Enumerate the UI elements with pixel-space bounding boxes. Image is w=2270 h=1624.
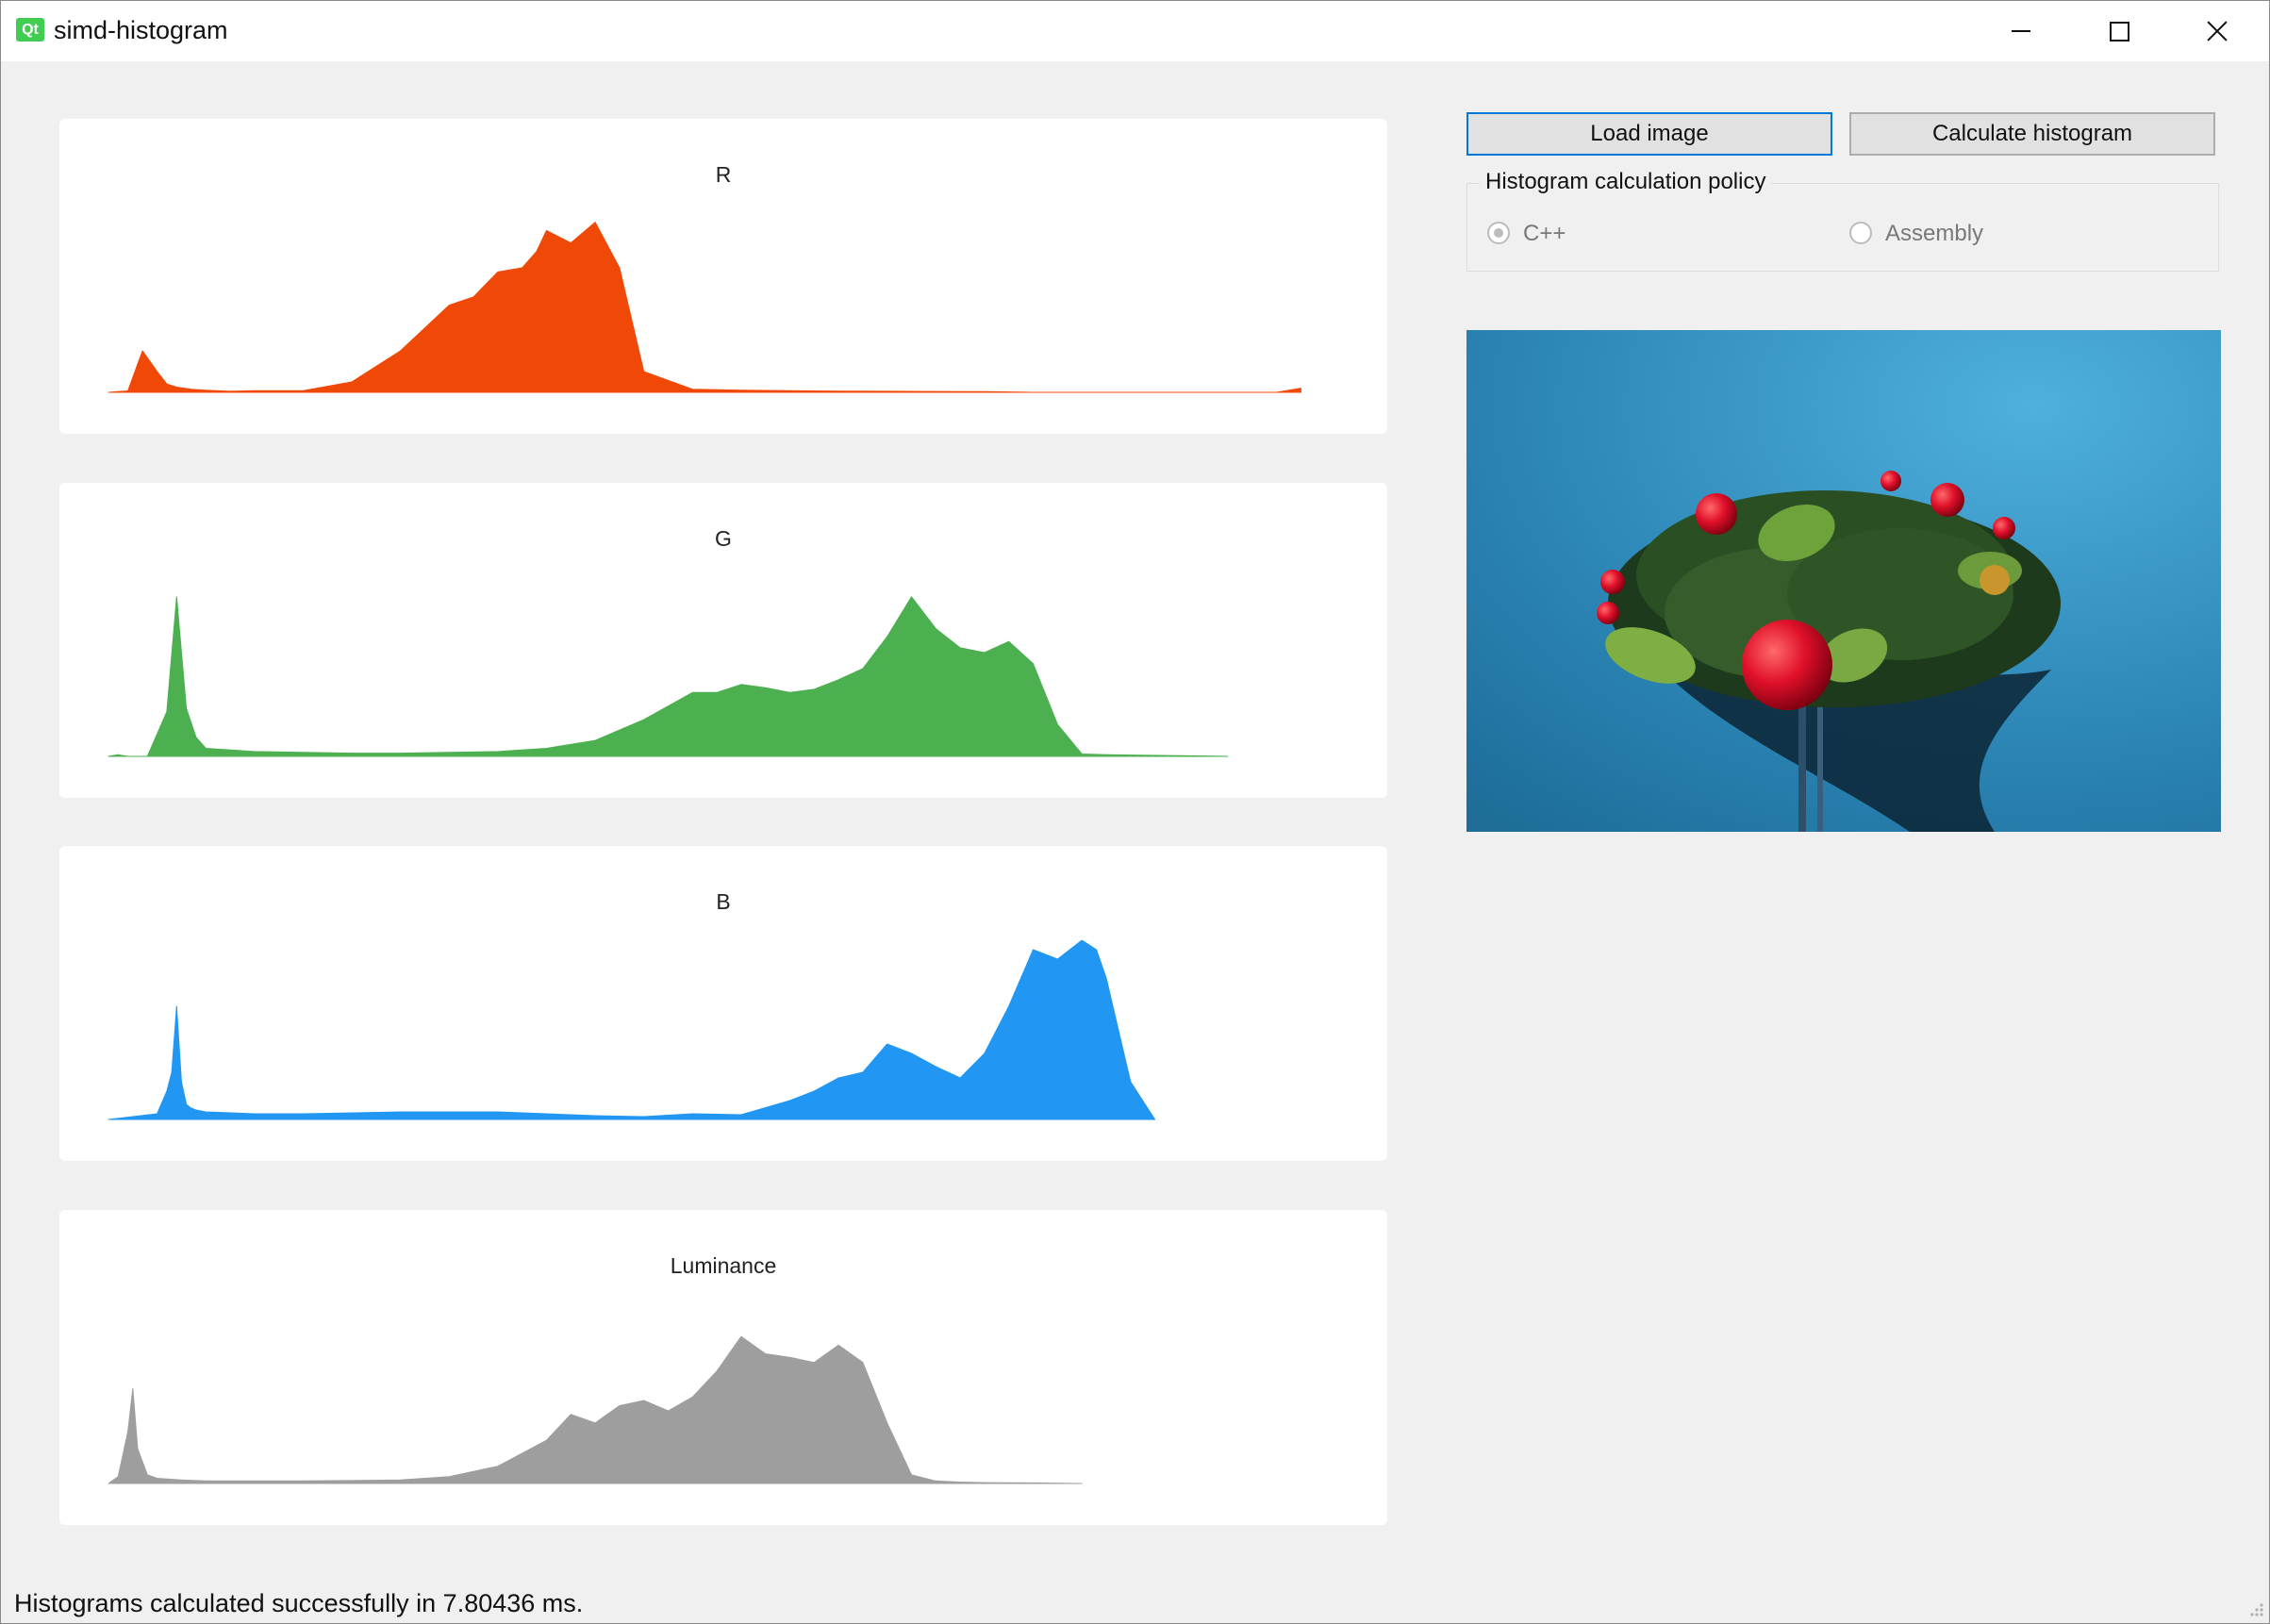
histogram-area-series <box>108 596 1229 757</box>
radio-assembly-label[interactable]: Assembly <box>1885 221 1983 247</box>
close-icon <box>2207 21 2228 41</box>
histogram-chart-r <box>108 222 1301 393</box>
calculate-histogram-button[interactable]: Calculate histogram <box>1849 112 2215 156</box>
histogram-chart-luminance <box>108 1335 1083 1484</box>
radio-cpp[interactable] <box>1487 222 1510 244</box>
histogram-card-r: R <box>59 119 1387 434</box>
maximize-button[interactable] <box>2070 1 2168 61</box>
histogram-chart-g <box>108 596 1229 757</box>
maximize-icon <box>2109 21 2129 41</box>
policy-groupbox <box>1466 183 2219 272</box>
histogram-card-b: B <box>59 846 1387 1161</box>
histogram-card-luminance: Luminance <box>59 1210 1387 1525</box>
resize-grip-icon[interactable] <box>2247 1600 2264 1617</box>
histogram-chart-b <box>108 939 1156 1120</box>
policy-groupbox-title: Histogram calculation policy <box>1480 169 1772 195</box>
window-title: simd-histogram <box>54 16 228 44</box>
image-preview <box>1466 330 2221 832</box>
histogram-area-series <box>108 222 1301 393</box>
app-window: Qt simd-histogram R G B Luminance Load i… <box>0 0 2270 1624</box>
qt-logo-icon: Qt <box>16 18 44 41</box>
close-button[interactable] <box>2168 1 2266 61</box>
load-image-button[interactable]: Load image <box>1466 112 1832 156</box>
status-bar-message: Histograms calculated successfully in 7.… <box>14 1589 584 1617</box>
minimize-button[interactable] <box>1972 1 2070 61</box>
radio-cpp-label[interactable]: C++ <box>1523 221 1566 247</box>
histogram-area-series <box>108 1335 1083 1484</box>
radio-assembly[interactable] <box>1849 222 1872 244</box>
histogram-area-series <box>108 939 1156 1120</box>
title-bar[interactable]: Qt simd-histogram <box>1 1 2269 61</box>
histogram-card-g: G <box>59 483 1387 798</box>
minimize-icon <box>2012 30 2030 32</box>
